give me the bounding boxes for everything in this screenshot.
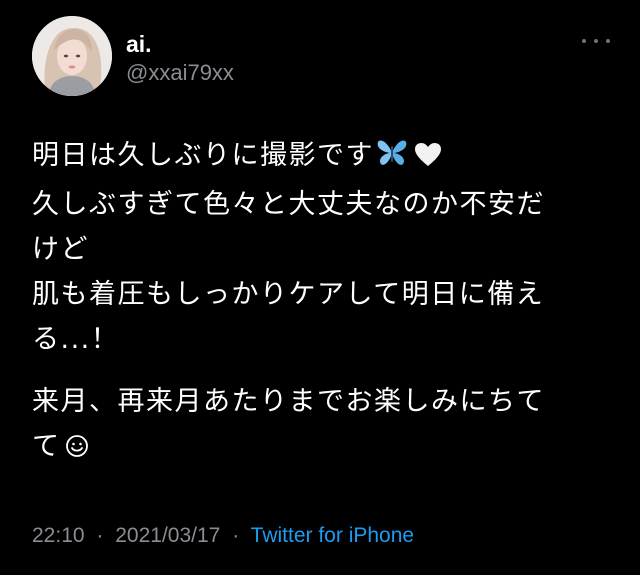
tweet-line: 来月、再来月あたりまでお楽しみにちて	[32, 386, 545, 417]
tweet-header: ai. @xxai79xx	[32, 16, 612, 106]
more-dot	[606, 39, 610, 43]
smiling-face-symbol	[65, 427, 89, 472]
tweet-card: ai. @xxai79xx 明日は久しぶりに撮影です 久しぶすぎて色々と大丈夫な…	[0, 0, 640, 575]
tweet-time[interactable]: 22:10	[32, 524, 85, 547]
tweet-line-text: 明日は久しぶりに撮影です	[32, 140, 374, 171]
meta-separator: ·	[232, 524, 240, 547]
butterfly-emoji	[376, 137, 408, 182]
white-heart-emoji	[414, 137, 442, 182]
user-handle[interactable]: @xxai79xx	[126, 59, 234, 87]
tweet-paragraph: 来月、再来月あたりまでお楽しみにちて て	[32, 379, 622, 472]
tweet-line: て	[32, 424, 622, 472]
author-info: ai. @xxai79xx	[126, 30, 234, 87]
tweet-line: 久しぶすぎて色々と大丈夫なのか不安だ	[32, 189, 545, 220]
tweet-line-text: て	[32, 431, 61, 462]
more-dot	[582, 39, 586, 43]
more-dots-icon[interactable]	[582, 34, 610, 48]
more-dot	[594, 39, 598, 43]
tweet-line: 明日は久しぶりに撮影です	[32, 133, 622, 182]
tweet-paragraph: 明日は久しぶりに撮影です 久しぶすぎて色々と大丈夫なのか不安だ けど 肌も着圧も…	[32, 133, 622, 362]
tweet-line: けど	[32, 234, 89, 265]
tweet-line: 肌も着圧もしっかりケアして明日に備え	[32, 279, 545, 310]
tweet-date[interactable]: 2021/03/17	[115, 524, 220, 547]
avatar[interactable]	[32, 16, 112, 96]
tweet-source-link[interactable]: Twitter for iPhone	[251, 524, 414, 547]
meta-separator: ·	[96, 524, 104, 547]
tweet-line: る...！	[32, 324, 120, 355]
tweet-text: 明日は久しぶりに撮影です 久しぶすぎて色々と大丈夫なのか不安だ けど 肌も着圧も…	[32, 133, 622, 472]
tweet-meta: 22:10 · 2021/03/17 · Twitter for iPhone	[32, 522, 414, 550]
display-name[interactable]: ai.	[126, 30, 234, 58]
